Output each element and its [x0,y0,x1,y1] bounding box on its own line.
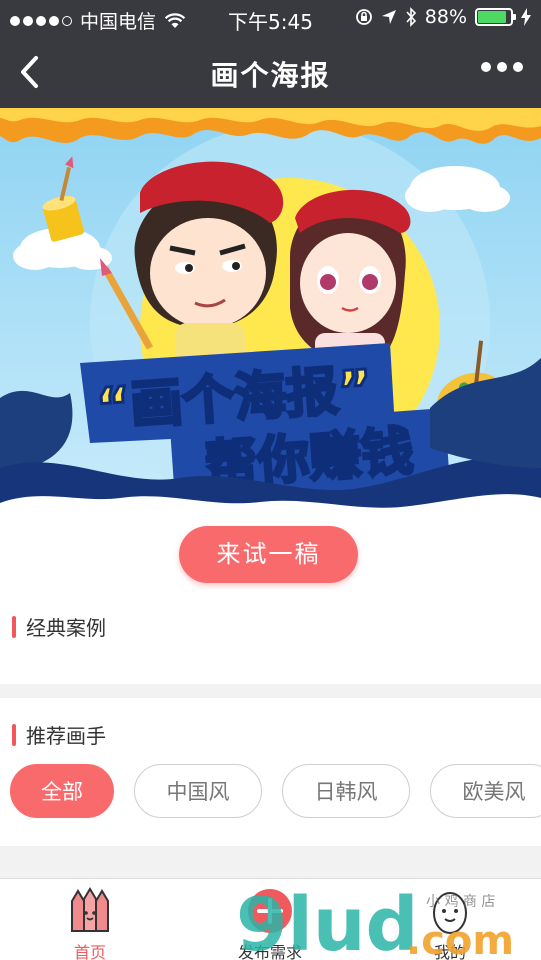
section-accent-bar [12,615,16,638]
tab-label: 发布需求 [237,943,302,960]
battery-fill [478,11,507,23]
tab-publish-request[interactable]: 发布需求 [180,879,360,960]
charging-icon [521,8,531,26]
more-options-button[interactable] [481,62,523,72]
section-header: 经典案例 [12,612,106,641]
location-icon [381,10,396,24]
status-bar: 中国电信 下午5:45 88% [0,0,541,36]
more-dot-icon [481,62,491,72]
section-title: 推荐画手 [26,724,106,748]
try-draft-button[interactable]: 来试一稿 [179,526,358,583]
filter-chip-japanese-korean[interactable]: 日韩风 [282,764,410,818]
bluetooth-icon [406,7,416,27]
classic-cases-section: 经典案例 [0,590,541,684]
plus-icon [248,889,292,933]
filter-chip-chinese[interactable]: 中国风 [134,764,262,818]
tab-mine[interactable]: 我的 [360,879,540,960]
status-right: 88% [355,6,531,28]
more-dot-icon [513,62,523,72]
egg-icon [433,892,467,934]
battery-percent: 88% [424,6,467,28]
recommended-painters-section: 推荐画手 全部 中国风 日韩风 欧美风 [0,698,541,846]
filter-chip-western[interactable]: 欧美风 [430,764,541,818]
nav-bar: 画个海报 [0,36,541,108]
page-title: 画个海报 [210,59,331,92]
more-dot-icon [497,62,507,72]
top-bar: 中国电信 下午5:45 88% 画个海报 [0,0,541,108]
tab-label: 我的 [433,943,466,960]
battery-icon [475,8,516,26]
banner-illustration: “画个海报” 帮你赚钱 [0,108,541,518]
filter-chip-all[interactable]: 全部 [10,764,114,818]
style-filter-chips: 全部 中国风 日韩风 欧美风 [10,764,541,818]
orientation-lock-icon [355,9,372,25]
promo-banner[interactable]: “画个海报” 帮你赚钱 [0,108,541,518]
section-accent-bar [12,723,16,746]
section-title: 经典案例 [26,616,106,640]
cta-area: 来试一稿 [0,510,541,590]
bottom-tab-bar: 首页 发布需求 我的 [0,878,541,960]
tab-label: 首页 [73,943,106,960]
section-header: 推荐画手 [12,720,106,749]
tab-home[interactable]: 首页 [0,879,180,960]
home-pencils-icon [71,887,109,932]
